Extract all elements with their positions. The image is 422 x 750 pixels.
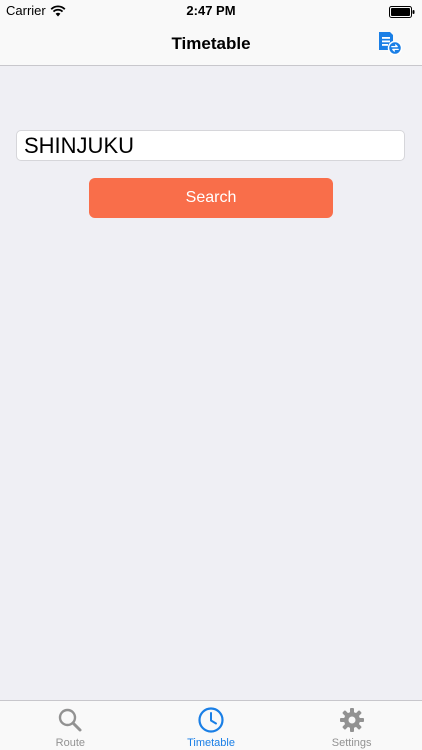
status-bar: Carrier 2:47 PM [0, 0, 422, 22]
tab-label-route: Route [55, 737, 86, 749]
status-time: 2:47 PM [186, 3, 236, 18]
battery-icon [389, 5, 415, 23]
clock-icon [197, 706, 225, 734]
station-search-input[interactable] [16, 130, 405, 161]
tab-settings[interactable]: Settings [281, 701, 422, 750]
tab-label-timetable: Timetable [187, 737, 235, 749]
page-title: Timetable [171, 34, 251, 53]
navigation-bar: Timetable [0, 22, 422, 66]
document-exchange-icon[interactable] [376, 30, 404, 56]
tab-label-settings: Settings [331, 737, 372, 749]
search-icon [56, 706, 84, 734]
gear-icon [338, 706, 366, 734]
tab-timetable[interactable]: Timetable [141, 701, 282, 750]
tab-route[interactable]: Route [0, 701, 141, 750]
tab-bar: Route Timetable Settings [0, 700, 422, 750]
search-button[interactable]: Search [89, 178, 333, 218]
